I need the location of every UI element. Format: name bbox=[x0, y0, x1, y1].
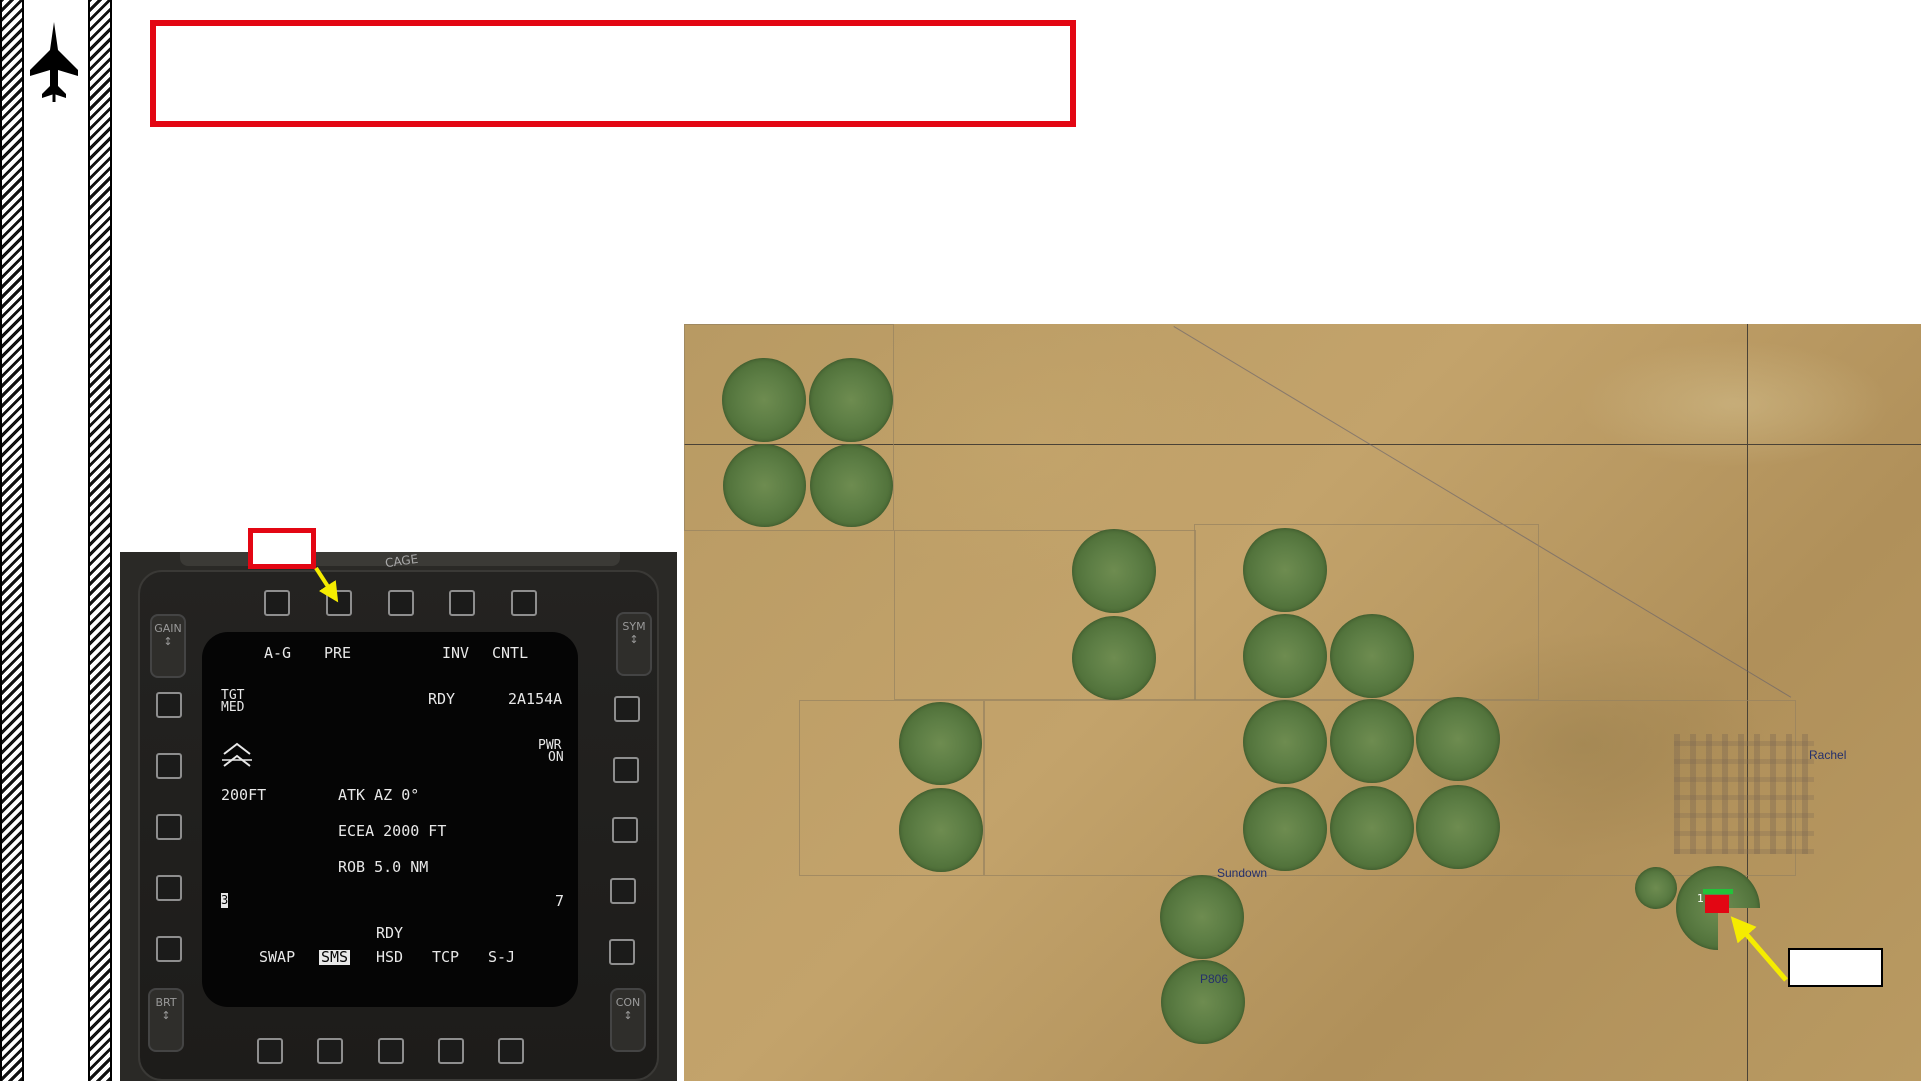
target-callout-arrow bbox=[1730, 916, 1788, 982]
pre-callout-arrow bbox=[314, 566, 339, 603]
target-callout-box bbox=[1788, 948, 1883, 987]
callout-arrows bbox=[314, 566, 1788, 982]
